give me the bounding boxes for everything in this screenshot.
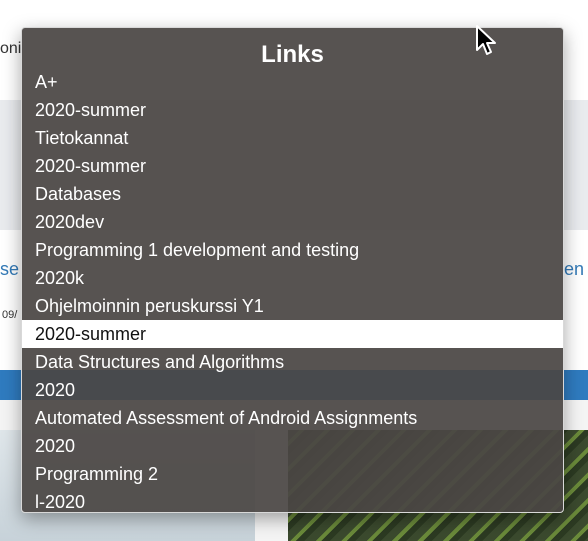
link-list-item[interactable]: Tietokannat [22, 124, 563, 152]
link-list-item[interactable]: Ohjelmoinnin peruskurssi Y1 [22, 292, 563, 320]
link-list-item[interactable]: Programming 2 [22, 460, 563, 488]
mouse-pointer-icon [476, 25, 496, 55]
link-list-item[interactable]: 2020-summer [22, 152, 563, 180]
background-date-fragment: 09/ [2, 309, 18, 321]
link-list-item[interactable]: Programming 1 development and testing [22, 236, 563, 264]
link-list-item[interactable]: Automated Assessment of Android Assignme… [22, 404, 563, 432]
link-list-item[interactable]: 2020-summer [22, 96, 563, 124]
links-list: A+ 2020-summer Tietokannat 2020-summer Datab… [22, 68, 563, 512]
link-list-item[interactable]: Data Structures and Algorithms [22, 348, 563, 376]
links-popup: Links A+ 2020-summer Tietokannat 2020-summe… [21, 27, 564, 513]
background-link-left[interactable]: se [0, 259, 19, 280]
background-link-right[interactable]: en [564, 259, 584, 280]
link-list-item[interactable]: 2020-summer [22, 320, 563, 348]
link-list-item[interactable]: l-2020 [22, 488, 563, 512]
link-list-item[interactable]: 2020 [22, 432, 563, 460]
link-list-item[interactable]: Databases [22, 180, 563, 208]
link-list-item[interactable]: 2020 [22, 376, 563, 404]
background-text-fragment: oni [0, 40, 22, 57]
link-list-item[interactable]: 2020k [22, 264, 563, 292]
link-list-item[interactable]: A+ [22, 68, 563, 96]
link-list-item[interactable]: 2020dev [22, 208, 563, 236]
